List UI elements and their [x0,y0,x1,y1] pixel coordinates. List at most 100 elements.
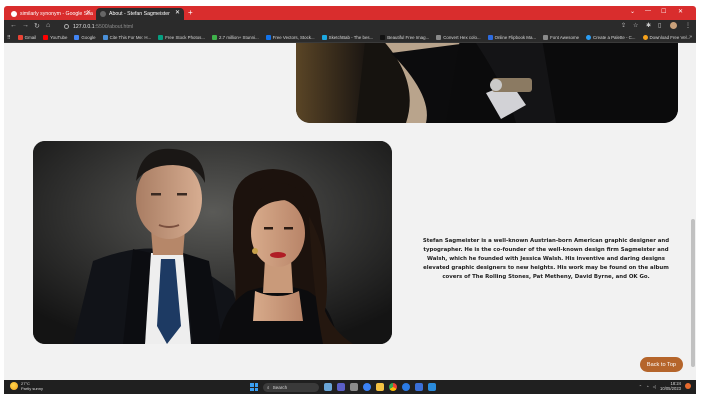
scrollbar-thumb[interactable] [691,219,695,367]
youtube-icon [43,35,49,40]
notification-icon[interactable] [685,383,691,389]
maximize-icon[interactable]: ☐ [661,8,666,15]
weather-condition: Partly sunny [21,386,44,391]
share-icon[interactable]: ⇪ [621,22,626,29]
wifi-icon[interactable]: ◔ [646,384,649,389]
bookmark-item[interactable]: Gmail [17,35,37,40]
top-photo [296,43,678,123]
citethis-icon [102,35,108,40]
teams-app-icon[interactable] [337,383,345,391]
bookmark-label: Google [81,35,96,40]
tab-google-search[interactable]: similarly synonym - Google Sea ✕ [7,8,95,20]
bookmark-item[interactable]: Free Stock Photos... [158,35,205,40]
bookmark-item[interactable]: Font Awesome [543,35,579,40]
clock-date: 10/05/2023 [660,386,681,391]
edge-browser-icon[interactable] [363,383,371,391]
bookmark-item[interactable]: Convert Hex colo... [436,35,481,40]
bookmark-label: Create a Palette - C... [593,35,636,40]
unsplash-icon [380,35,386,40]
coolors-icon [586,35,592,40]
google-favicon-icon [11,11,17,17]
bookmark-label: Font Awesome [550,35,580,40]
bookmark-label: Free Vectors, Stock... [272,35,315,40]
clock[interactable]: 18:24 10/05/2023 [660,381,681,391]
vscode-app-icon[interactable] [428,383,436,391]
bookmark-label: Convert Hex colo... [443,35,481,40]
bookmark-label: SketchBab - The bes... [328,35,374,40]
weather-widget[interactable]: 27°C Partly sunny [10,381,43,391]
minimize-icon[interactable]: — [645,8,651,14]
windows-start-icon[interactable] [250,383,258,391]
sketchfab-icon [321,35,327,40]
biography-text: Stefan Sagmeister is a well-known Austri… [422,238,670,280]
partly-sunny-icon [10,382,18,390]
new-tab-icon[interactable]: + [188,8,193,18]
bookmark-item[interactable]: Download Free Vel... [642,35,690,40]
sidebar-icon[interactable]: ▯ [658,22,661,29]
back-to-top-button[interactable]: Back to Top [640,357,683,372]
bookmark-item[interactable]: Beautiful Free Imag... [380,35,429,40]
forward-arrow-icon[interactable]: → [22,22,29,29]
tab-title: similarly synonym - Google Sea [20,11,93,17]
bookmark-item[interactable]: YouTube [43,35,67,40]
address-bar[interactable]: 127.0.0.1:5500/about.html [64,22,604,31]
suit-photo-image [296,43,678,123]
profile-avatar[interactable] [670,22,677,29]
store-app-icon[interactable] [415,383,423,391]
taskbar-search-label: Search [272,384,288,390]
browser-toolbar: ← → ↻ ⌂ 127.0.0.1:5500/about.html ⇪ ☆ ✱ … [4,20,696,33]
chevron-up-icon[interactable]: ⌃ [639,384,643,389]
chrome-browser-icon[interactable] [389,383,397,391]
bookmark-label: Gmail [24,35,37,40]
windows-taskbar: 27°C Partly sunny ⌕ Search ⌃ ◔ ◁ 18:24 1… [4,380,696,394]
chat-app-icon[interactable] [402,383,410,391]
bookmark-item[interactable]: Free Vectors, Stock... [265,35,315,40]
bookmark-label: 2.7 million+ Stunni... [219,35,259,40]
reload-icon[interactable]: ↻ [34,22,40,30]
flipbook-icon [487,35,493,40]
bookmark-item[interactable]: Google [74,35,96,40]
bookmark-item[interactable]: Online Flipbook Ma... [487,35,536,40]
bookmark-label: Cite This For Me: H... [109,35,152,40]
taskbar-apps: ⌕ Search [250,382,436,392]
file-explorer-icon[interactable] [376,383,384,391]
portrait-photo [33,141,392,344]
apps-grid-icon[interactable]: ⠿ [7,35,11,41]
url-path: :5500/about.html [94,23,134,30]
close-window-icon[interactable]: ✕ [678,8,683,15]
menu-kebab-icon[interactable]: ⋮ [685,22,691,29]
portrait-image [33,141,392,344]
more-bookmarks-icon[interactable]: » [689,34,692,40]
back-arrow-icon[interactable]: ← [10,22,17,29]
close-tab-icon[interactable]: ✕ [86,9,91,16]
chevron-down-icon[interactable]: ⌄ [630,8,635,15]
bookmark-item[interactable]: Cite This For Me: H... [102,35,152,40]
bookmark-item[interactable]: SketchBab - The bes... [321,35,374,40]
home-icon[interactable]: ⌂ [46,22,50,29]
extensions-icon[interactable]: ✱ [646,22,651,29]
bookmark-item[interactable]: 2.7 million+ Stunni... [212,35,259,40]
tab-about[interactable]: About - Stefan Sagmeister ✕ [96,8,184,20]
task-view-icon[interactable] [350,383,358,391]
close-tab-icon[interactable]: ✕ [175,9,180,16]
converter-icon [436,35,442,40]
bookmark-star-icon[interactable]: ☆ [633,22,638,29]
weather-text: 27°C Partly sunny [21,381,43,391]
taskbar-search[interactable]: ⌕ Search [263,382,319,392]
site-info-icon[interactable] [64,24,69,29]
bookmark-label: Beautiful Free Imag... [387,35,430,40]
browser-tab-strip: similarly synonym - Google Sea ✕ About -… [4,6,696,20]
page-favicon-icon [100,11,106,17]
page-viewport: Stefan Sagmeister is a well-known Austri… [4,43,690,380]
google-icon [74,35,80,40]
pixabay-icon [212,35,217,40]
bookmark-label: YouTube [50,35,68,40]
bookmark-item[interactable]: Create a Palette - C... [586,35,636,40]
page-scrollbar[interactable] [690,43,696,380]
bookmark-label: Free Stock Photos... [165,35,205,40]
system-tray: ⌃ ◔ ◁ 18:24 10/05/2023 [639,381,691,391]
photos-app-icon[interactable] [324,383,332,391]
folder-icon [543,35,549,40]
pexels-icon [158,35,164,40]
volume-icon[interactable]: ◁ [653,384,656,389]
